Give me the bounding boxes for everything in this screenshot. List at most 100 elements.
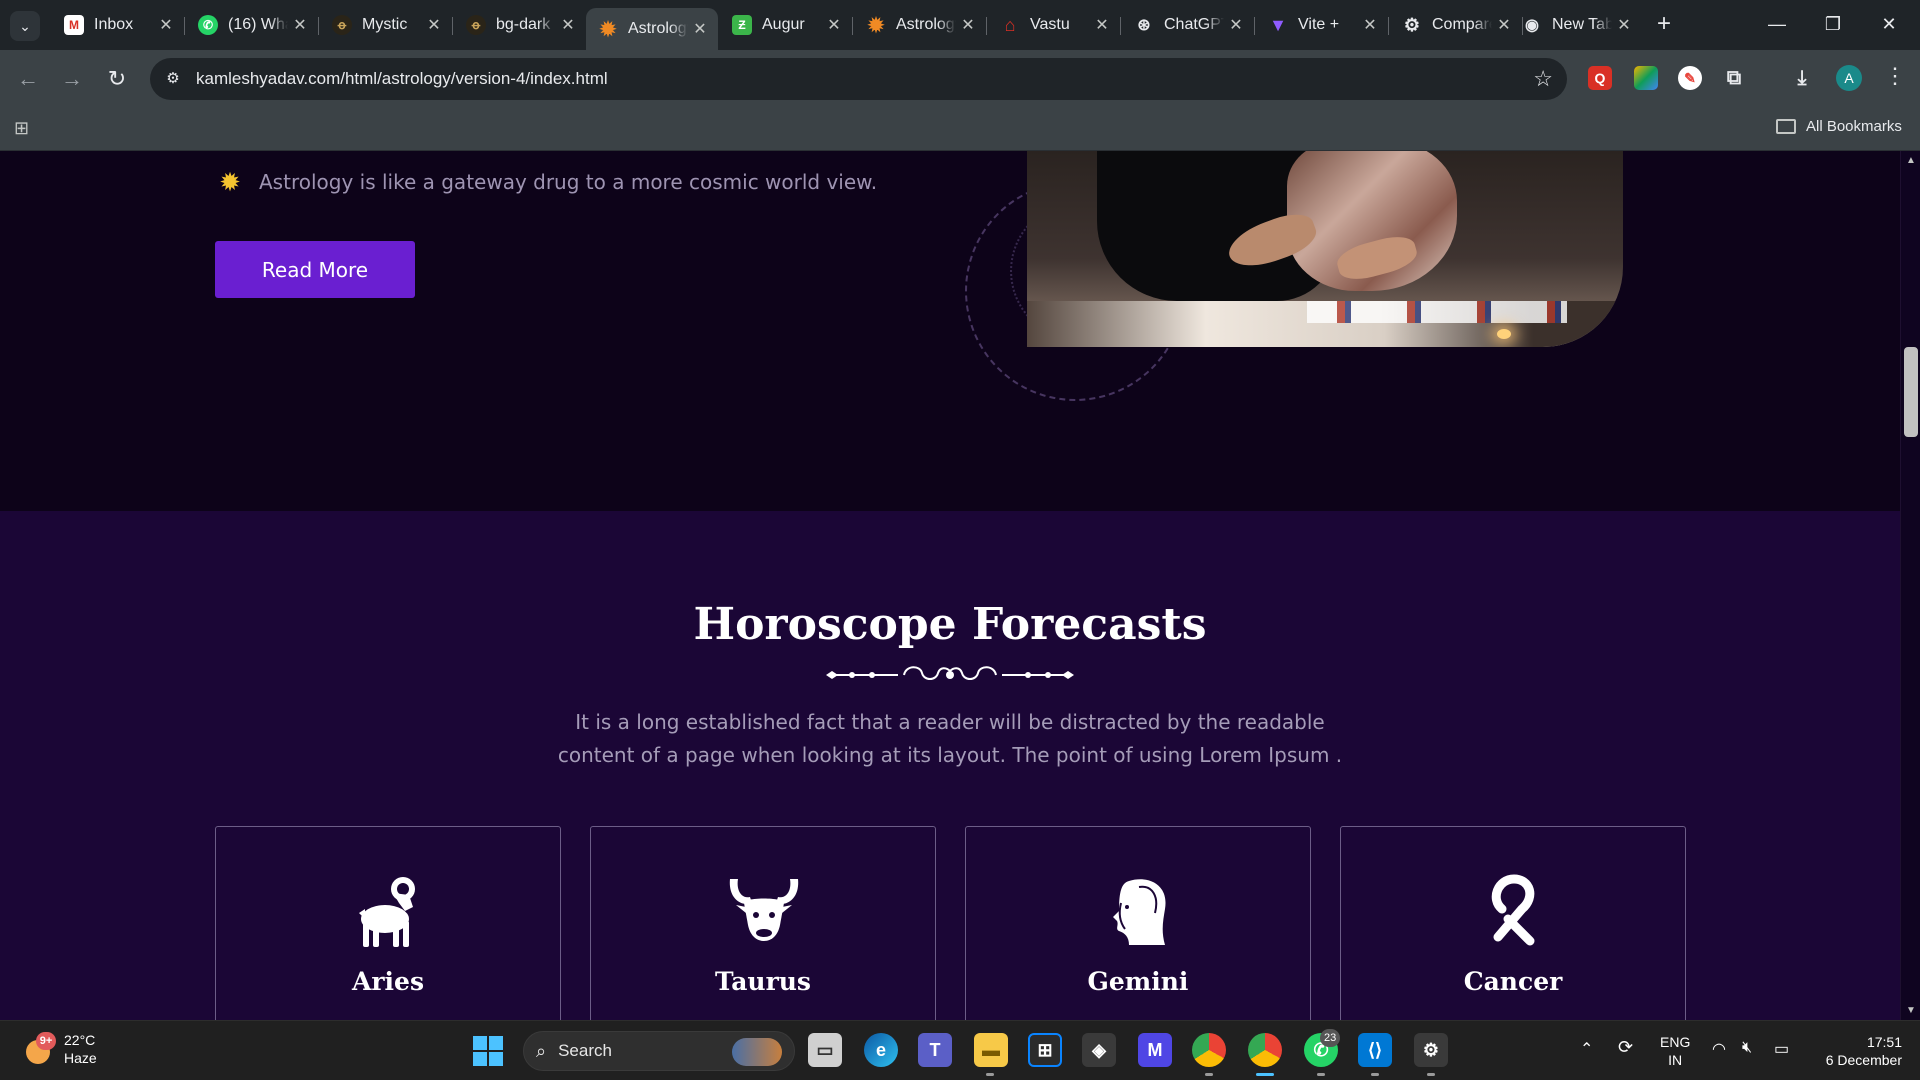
battery-icon[interactable]: ▭ (1774, 1039, 1789, 1059)
page-scrollbar[interactable]: ▲ ▼ (1900, 151, 1920, 1020)
taskbar: 9+ 22°C Haze ⌕ Search ▭ e T ▬ ⊞ ◈ M ✆ 23… (0, 1020, 1920, 1080)
section-title: Horoscope Forecasts (693, 599, 1207, 650)
close-icon[interactable]: ✕ (1614, 15, 1634, 35)
weather-description: Haze (64, 1050, 97, 1066)
sync-icon[interactable]: ⟳ (1618, 1037, 1633, 1058)
scroll-down-arrow-icon[interactable]: ▼ (1906, 1005, 1916, 1016)
wifi-icon[interactable]: ◠ (1712, 1039, 1726, 1059)
extensions-icon[interactable]: ⧉ (1722, 66, 1746, 90)
scroll-thumb[interactable] (1904, 347, 1918, 437)
chrome-profile-icon[interactable] (1248, 1033, 1282, 1067)
close-icon[interactable]: ✕ (290, 15, 310, 35)
tab-augur[interactable]: Ƶ Augur ✕ (720, 8, 852, 42)
tab-vite[interactable]: ▼ Vite + ✕ (1256, 8, 1388, 42)
address-bar[interactable]: ⚙ kamleshyadav.com/html/astrology/versio… (150, 58, 1567, 100)
app-icon[interactable]: M (1138, 1033, 1172, 1067)
sign-card-gemini[interactable]: Gemini (965, 826, 1311, 1020)
color-extension-icon[interactable] (1634, 66, 1658, 90)
close-icon[interactable]: ✕ (690, 19, 710, 39)
tab-label: (16) WhatsApp (228, 16, 288, 33)
sign-card-aries[interactable]: Aries (215, 826, 561, 1020)
sign-card-taurus[interactable]: Taurus (590, 826, 936, 1020)
tab-inbox[interactable]: M Inbox ✕ (52, 8, 184, 42)
clock[interactable]: 17:51 6 December (1812, 1033, 1902, 1069)
new-tab-button[interactable]: + (1650, 11, 1678, 39)
clock-time: 17:51 (1866, 1034, 1902, 1050)
search-icon: ⌕ (536, 1040, 547, 1061)
volume-muted-icon[interactable]: 🔇︎ (1742, 1039, 1752, 1057)
file-explorer-icon[interactable]: ▬ (974, 1033, 1008, 1067)
tab-label: Mystic (362, 16, 408, 33)
tab-compare[interactable]: ⚙ Compare ✕ (1390, 8, 1522, 42)
close-icon[interactable]: ✕ (1226, 15, 1246, 35)
edge-icon[interactable]: e (864, 1033, 898, 1067)
teams-icon[interactable]: T (918, 1033, 952, 1067)
close-icon[interactable]: ✕ (156, 15, 176, 35)
vscode-icon[interactable]: ⟨⟩ (1358, 1033, 1392, 1067)
search-extension-icon[interactable]: Q (1588, 66, 1612, 90)
tab-label: New Tab (1552, 16, 1612, 33)
tab-astrology-active[interactable]: ✹ Astrology ✕ (586, 8, 718, 50)
close-icon[interactable]: ✕ (424, 15, 444, 35)
close-icon[interactable]: ✕ (824, 15, 844, 35)
home-icon: ⌂ (1004, 14, 1016, 35)
settings-icon[interactable]: ⚙ (1414, 1033, 1448, 1067)
reload-button[interactable]: ↻ (101, 63, 133, 95)
tab-search-button[interactable]: ⌄ (10, 11, 40, 41)
sign-name: Gemini (1087, 967, 1189, 996)
aries-icon (359, 877, 415, 947)
close-window-button[interactable]: ✕ (1866, 8, 1912, 40)
tab-whatsapp[interactable]: ✆ (16) WhatsApp ✕ (186, 8, 318, 42)
close-icon[interactable]: ✕ (1360, 15, 1380, 35)
start-button[interactable] (473, 1036, 503, 1066)
profile-avatar[interactable]: A (1836, 65, 1862, 91)
chatgpt-icon: ⊛ (1137, 17, 1151, 34)
url-text[interactable]: kamleshyadav.com/html/astrology/version-… (196, 69, 608, 89)
chrome-icon[interactable] (1192, 1033, 1226, 1067)
astrologer-image (1027, 151, 1623, 347)
back-button[interactable]: ← (12, 63, 44, 95)
menu-icon[interactable]: ⋮ (1884, 63, 1906, 89)
apps-grid-icon[interactable]: ⊞ (14, 118, 34, 138)
unity-icon[interactable]: ◈ (1082, 1033, 1116, 1067)
task-view-icon[interactable]: ▭ (808, 1033, 842, 1067)
store-icon[interactable]: ⊞ (1028, 1033, 1062, 1067)
gemini-icon (1113, 879, 1166, 945)
all-bookmarks-button[interactable]: All Bookmarks (1776, 118, 1902, 135)
section-description: It is a long established fact that a rea… (557, 710, 1343, 767)
close-icon[interactable]: ✕ (1092, 15, 1112, 35)
tab-label: Astrology (896, 16, 956, 33)
bookmark-star-icon[interactable]: ☆ (1533, 66, 1553, 92)
tab-label: Compare (1432, 16, 1492, 33)
tab-label: Vastu (1030, 16, 1070, 33)
tab-bg-dark[interactable]: ꝋ bg-dark ✕ (454, 8, 586, 42)
chrome-icon: ◉ (1525, 17, 1539, 34)
folder-icon (1776, 119, 1796, 134)
tab-vastu[interactable]: ⌂ Vastu ✕ (988, 8, 1120, 42)
close-icon[interactable]: ✕ (558, 15, 578, 35)
tab-new-tab[interactable]: ◉ New Tab ✕ (1510, 8, 1642, 42)
tab-astrology[interactable]: ✹ Astrology ✕ (854, 8, 986, 42)
scroll-up-arrow-icon[interactable]: ▲ (1906, 155, 1916, 166)
picker-extension-icon[interactable]: ✎ (1678, 66, 1702, 90)
language-indicator[interactable]: ENG IN (1660, 1033, 1690, 1069)
chevron-up-icon[interactable]: ⌃ (1580, 1039, 1593, 1059)
taskbar-search[interactable]: ⌕ Search (523, 1031, 795, 1071)
forward-button[interactable]: → (56, 63, 88, 95)
tab-chatgpt[interactable]: ⊛ ChatGPT ✕ (1122, 8, 1254, 42)
taurus-icon (729, 879, 799, 941)
restore-button[interactable]: ❐ (1810, 8, 1856, 40)
download-icon[interactable]: ⤓ (1790, 66, 1814, 90)
site-info-icon[interactable]: ⚙ (162, 68, 184, 90)
sign-card-cancer[interactable]: Cancer (1340, 826, 1686, 1020)
weather-badge: 9+ (36, 1032, 56, 1050)
tab-label: bg-dark (496, 16, 551, 33)
close-icon[interactable]: ✕ (958, 15, 978, 35)
bookmarks-bar: ⊞ All Bookmarks (0, 108, 1920, 151)
horoscope-forecasts-section: Horoscope Forecasts It is a long establi… (0, 511, 1900, 1020)
tab-mystic[interactable]: ꝋ Mystic ✕ (320, 8, 452, 42)
minimize-button[interactable]: — (1754, 8, 1800, 40)
read-more-button[interactable]: Read More (215, 241, 415, 298)
sign-name: Cancer (1463, 967, 1563, 996)
weather-widget[interactable]: 9+ 22°C Haze (22, 1031, 97, 1067)
